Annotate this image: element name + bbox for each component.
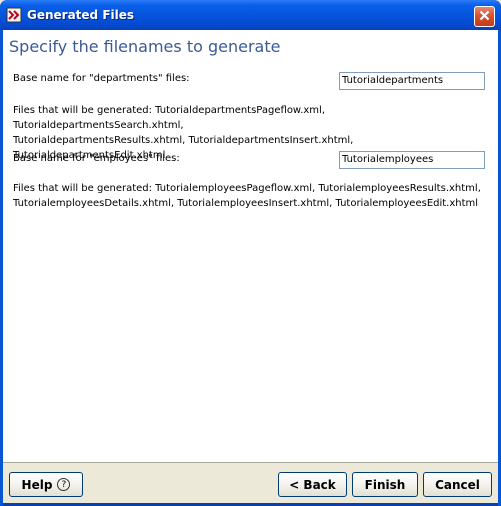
window-title: Generated Files [27, 8, 135, 22]
app-icon [6, 7, 22, 23]
back-button[interactable]: < Back [278, 472, 347, 497]
cancel-button[interactable]: Cancel [423, 472, 492, 497]
employees-files-line-2: TutorialemployeesDetails.xhtml, Tutorial… [13, 198, 479, 209]
employees-files-info: Files that will be generated: Tutorialem… [13, 181, 493, 211]
departments-files-line-1: Files that will be generated: Tutorialde… [13, 105, 325, 131]
page-title: Specify the filenames to generate [9, 37, 281, 56]
employees-basename-input[interactable]: Tutorialemployees [339, 151, 485, 169]
help-icon: ? [57, 478, 71, 491]
finish-button[interactable]: Finish [352, 472, 418, 497]
close-icon [479, 10, 490, 24]
employees-files-line-1: Files that will be generated: Tutorialem… [13, 183, 481, 194]
help-button-label: Help [21, 477, 53, 492]
dialog-content: Specify the filenames to generate Base n… [3, 30, 498, 503]
title-bar[interactable]: Generated Files [0, 0, 501, 30]
close-button[interactable] [474, 6, 495, 27]
employees-label: Base name for "employees" files: [13, 153, 180, 164]
dialog-window: Generated Files Specify the filenames to… [0, 0, 501, 506]
departments-label: Base name for "departments" files: [13, 73, 190, 84]
help-button[interactable]: Help ? [9, 472, 83, 497]
departments-basename-input[interactable]: Tutorialdepartments [339, 72, 485, 90]
button-bar: Help ? < Back Finish Cancel [3, 462, 498, 503]
